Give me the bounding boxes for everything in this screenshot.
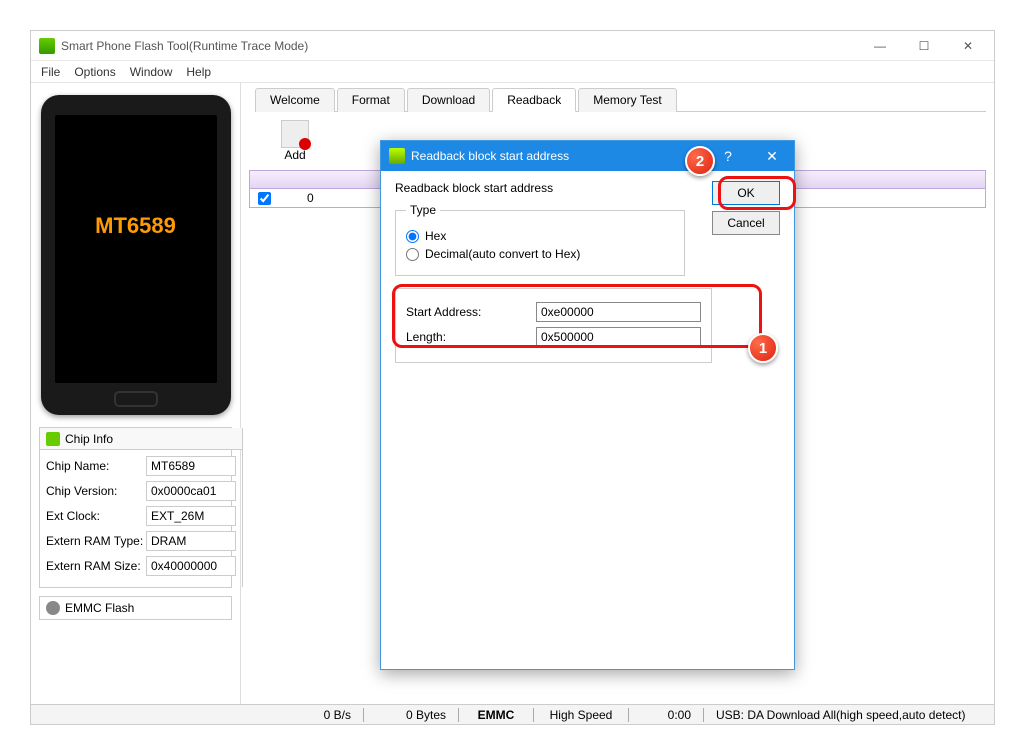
dialog-title: Readback block start address bbox=[411, 149, 706, 163]
menubar: File Options Window Help bbox=[31, 61, 994, 83]
menu-file[interactable]: File bbox=[41, 65, 60, 79]
chip-version-value: 0x0000ca01 bbox=[146, 481, 236, 501]
chip-name-label: Chip Name: bbox=[46, 459, 146, 473]
cancel-button[interactable]: Cancel bbox=[712, 211, 780, 235]
tab-format[interactable]: Format bbox=[337, 88, 405, 112]
maximize-button[interactable]: ☐ bbox=[902, 32, 946, 60]
row-cell: 0 bbox=[307, 191, 314, 205]
status-usb: USB: DA Download All(high speed,auto det… bbox=[706, 708, 994, 722]
chip-icon bbox=[46, 432, 60, 446]
ok-button[interactable]: OK bbox=[712, 181, 780, 205]
chip-info-header: Chip Info bbox=[40, 428, 242, 450]
add-label: Add bbox=[284, 148, 305, 162]
start-address-label: Start Address: bbox=[406, 305, 536, 319]
close-button[interactable]: ✕ bbox=[946, 32, 990, 60]
chip-name-value: MT6589 bbox=[146, 456, 236, 476]
extern-ram-type-label: Extern RAM Type: bbox=[46, 534, 146, 548]
tab-readback[interactable]: Readback bbox=[492, 88, 576, 112]
status-bytes: 0 Bytes bbox=[366, 708, 456, 722]
tab-welcome[interactable]: Welcome bbox=[255, 88, 335, 112]
status-mode: High Speed bbox=[536, 708, 626, 722]
add-icon bbox=[281, 120, 309, 148]
ext-clock-label: Ext Clock: bbox=[46, 509, 146, 523]
add-button[interactable]: Add bbox=[265, 120, 325, 162]
annotation-badge-1: 1 bbox=[748, 333, 778, 363]
status-time: 0:00 bbox=[631, 708, 701, 722]
tab-download[interactable]: Download bbox=[407, 88, 490, 112]
menu-window[interactable]: Window bbox=[130, 65, 173, 79]
radio-hex[interactable] bbox=[406, 230, 419, 243]
dialog-icon bbox=[389, 148, 405, 164]
emmc-title: EMMC Flash bbox=[65, 601, 134, 615]
phone-home-icon bbox=[114, 391, 158, 407]
address-fieldset: Start Address: Length: bbox=[395, 288, 712, 363]
radio-hex-label: Hex bbox=[425, 229, 446, 243]
phone-preview: MT6589 bbox=[41, 95, 231, 415]
chip-info-panel: Chip Info Chip Name:MT6589 Chip Version:… bbox=[39, 427, 232, 588]
readback-dialog: Readback block start address ? ✕ Readbac… bbox=[380, 140, 795, 670]
type-fieldset: Type Hex Decimal(auto convert to Hex) bbox=[395, 203, 685, 276]
chip-version-label: Chip Version: bbox=[46, 484, 146, 498]
dialog-close-button[interactable]: ✕ bbox=[750, 141, 794, 171]
extern-ram-type-value: DRAM bbox=[146, 531, 236, 551]
tab-strip: Welcome Format Download Readback Memory … bbox=[255, 87, 986, 112]
extern-ram-size-value: 0x40000000 bbox=[146, 556, 236, 576]
length-label: Length: bbox=[406, 330, 536, 344]
gear-icon bbox=[46, 601, 60, 615]
app-icon bbox=[39, 38, 55, 54]
length-input[interactable] bbox=[536, 327, 701, 347]
status-bar: 0 B/s 0 Bytes EMMC High Speed 0:00 USB: … bbox=[31, 704, 994, 724]
ext-clock-value: EXT_26M bbox=[146, 506, 236, 526]
menu-help[interactable]: Help bbox=[186, 65, 211, 79]
phone-brand: MT6589 bbox=[41, 213, 231, 239]
tab-memory-test[interactable]: Memory Test bbox=[578, 88, 676, 112]
dialog-titlebar: Readback block start address ? ✕ bbox=[381, 141, 794, 171]
start-address-input[interactable] bbox=[536, 302, 701, 322]
chip-info-title: Chip Info bbox=[65, 432, 113, 446]
status-storage: EMMC bbox=[461, 708, 531, 722]
row-checkbox[interactable] bbox=[258, 192, 271, 205]
extern-ram-size-label: Extern RAM Size: bbox=[46, 559, 146, 573]
radio-decimal-label: Decimal(auto convert to Hex) bbox=[425, 247, 580, 261]
sidebar: MT6589 Chip Info Chip Name:MT6589 Chip V… bbox=[31, 83, 241, 704]
status-speed: 0 B/s bbox=[241, 708, 361, 722]
menu-options[interactable]: Options bbox=[74, 65, 115, 79]
annotation-badge-2: 2 bbox=[685, 146, 715, 176]
type-legend: Type bbox=[406, 203, 440, 217]
radio-decimal[interactable] bbox=[406, 248, 419, 261]
titlebar: Smart Phone Flash Tool(Runtime Trace Mod… bbox=[31, 31, 994, 61]
minimize-button[interactable]: — bbox=[858, 32, 902, 60]
emmc-panel: EMMC Flash bbox=[39, 596, 232, 620]
window-title: Smart Phone Flash Tool(Runtime Trace Mod… bbox=[61, 39, 858, 53]
